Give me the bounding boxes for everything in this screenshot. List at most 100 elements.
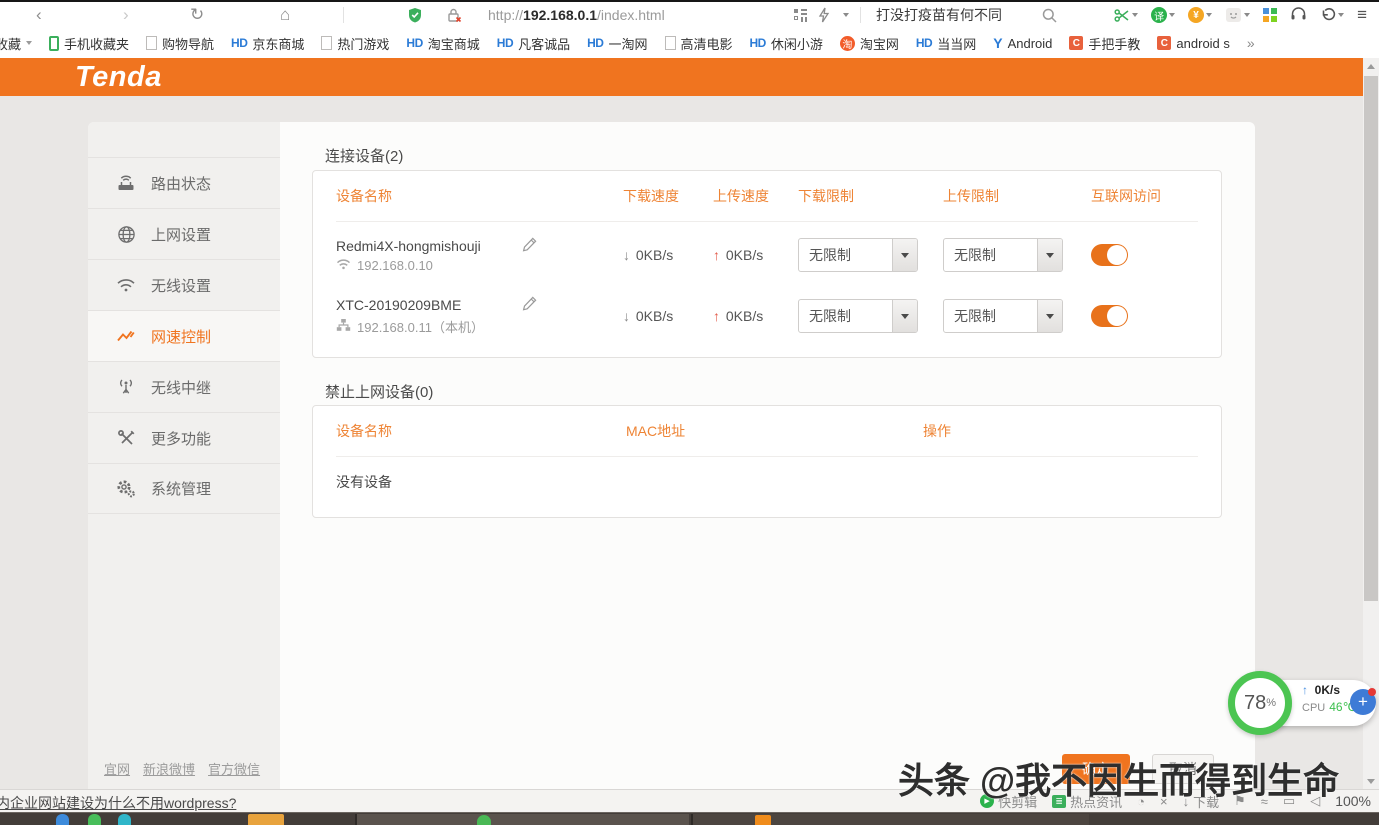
edit-pencil-icon[interactable]	[521, 295, 538, 317]
select-arrow-icon[interactable]	[892, 239, 917, 271]
taskbar-window-button[interactable]	[691, 814, 1089, 825]
select-arrow-icon[interactable]	[892, 300, 917, 332]
search-icon[interactable]	[1042, 2, 1057, 28]
sidebar-item-repeater[interactable]: 无线中继	[88, 361, 280, 412]
download-status[interactable]: ↓下载	[1183, 792, 1220, 811]
cancel-button[interactable]: 取消	[1152, 754, 1214, 784]
menu-hamburger-icon[interactable]: ≡	[1357, 5, 1367, 25]
taskbar-window-button[interactable]	[355, 814, 689, 825]
back-icon[interactable]: ‹	[36, 2, 42, 28]
sidebar-item-wifi[interactable]: 无线设置	[88, 259, 280, 310]
bookmark-item[interactable]: Candroid s	[1157, 36, 1229, 51]
url-text[interactable]: http://192.168.0.1/index.html	[488, 7, 665, 23]
device-name-cell: XTC-20190209BME192.168.0.11（本机）	[336, 297, 623, 336]
upload-limit-select[interactable]: 无限制	[943, 299, 1063, 333]
bookmark-item[interactable]: C手把手教	[1069, 34, 1140, 53]
hd-icon: HD	[587, 36, 603, 50]
bookmark-item[interactable]: HD当当网	[916, 34, 976, 53]
status-icon[interactable]: ⚑	[1234, 793, 1246, 809]
bookmark-item[interactable]: 购物导航	[146, 34, 214, 53]
search-input-text[interactable]: 打没打疫苗有何不同	[876, 5, 1002, 25]
bookmark-item[interactable]: HD休闲小游	[750, 34, 823, 53]
extensions-grid-icon[interactable]	[1263, 8, 1277, 22]
upload-limit-select[interactable]: 无限制	[943, 238, 1063, 272]
select-value: 无限制	[944, 245, 1037, 265]
sidebar-item-label: 无线设置	[151, 275, 211, 296]
edit-pencil-icon[interactable]	[521, 236, 538, 258]
taskbar-app-icon[interactable]	[88, 814, 101, 825]
internet-access-toggle[interactable]	[1091, 305, 1128, 327]
footer-link[interactable]: 官方微信	[208, 759, 260, 778]
scroll-up-icon[interactable]	[1363, 58, 1379, 74]
scrollbar-thumb[interactable]	[1364, 76, 1378, 601]
memory-percent-ring[interactable]: 78%	[1228, 671, 1292, 735]
rebate-icon[interactable]: ¥	[1188, 7, 1212, 23]
taskbar-folder-icon[interactable]	[248, 814, 284, 825]
screenshot-icon[interactable]	[1225, 7, 1250, 23]
internet-access-toggle[interactable]	[1091, 244, 1128, 266]
address-chevron-down-icon[interactable]	[841, 2, 849, 28]
bookmarks-overflow[interactable]: »	[1247, 35, 1255, 51]
select-arrow-icon[interactable]	[1037, 239, 1062, 271]
address-bar[interactable]: http://192.168.0.1/index.html	[488, 2, 665, 28]
cpu-label: CPU	[1302, 702, 1325, 714]
bookmark-item[interactable]: 高清电影	[665, 34, 733, 53]
speed-mode-bolt-icon[interactable]	[818, 2, 830, 28]
sidebar-item-router[interactable]: 路由状态	[88, 157, 280, 208]
bookmark-item[interactable]: 手机收藏夹	[49, 34, 129, 53]
sidebar-item-gear[interactable]: 系统管理	[88, 463, 280, 514]
bookmark-item[interactable]: 淘淘宝网	[840, 34, 899, 53]
taskbar-app-icon[interactable]	[118, 814, 131, 825]
sidebar-item-label: 无线中继	[151, 377, 211, 398]
status-tool-news[interactable]: ≣热点资讯	[1052, 792, 1122, 811]
status-icon[interactable]: ≈	[1261, 794, 1268, 809]
apps-grid-icon[interactable]	[793, 2, 808, 28]
sidebar-item-label: 更多功能	[151, 428, 211, 449]
bookmark-item[interactable]: HD凡客诚品	[497, 34, 570, 53]
translate-icon[interactable]: 译	[1151, 7, 1175, 23]
blocked-table-header: 设备名称MAC地址操作	[336, 406, 1198, 457]
hd-icon: HD	[406, 36, 422, 50]
bookmark-label: Android	[1008, 36, 1053, 51]
zoom-level[interactable]: 100%	[1335, 793, 1371, 809]
site-safety-shield-icon[interactable]	[408, 2, 422, 28]
bookmark-item[interactable]: 热门游戏	[321, 34, 389, 53]
sidebar-item-tools[interactable]: 更多功能	[88, 412, 280, 463]
footer-link[interactable]: 宜网	[104, 759, 130, 778]
chevron-down-icon	[26, 41, 32, 45]
download-limit-select[interactable]: 无限制	[798, 238, 918, 272]
status-icon[interactable]: ×	[1160, 794, 1168, 809]
refresh-icon[interactable]: ↻	[190, 2, 204, 28]
search-box[interactable]: 打没打疫苗有何不同	[876, 2, 1002, 28]
home-icon[interactable]: ⌂	[280, 2, 290, 28]
status-link[interactable]: 内企业网站建设为什么不用wordpress?	[0, 793, 236, 813]
forward-icon[interactable]: ›	[123, 2, 129, 28]
status-tool-clip[interactable]: ▶快剪辑	[980, 792, 1037, 811]
repeater-icon	[115, 378, 137, 396]
sidebar-item-speed[interactable]: 网速控制	[88, 310, 280, 361]
sidebar-item-globe[interactable]: 上网设置	[88, 208, 280, 259]
footer-link[interactable]: 新浪微博	[143, 759, 195, 778]
audio-headphones-icon[interactable]	[1290, 5, 1307, 26]
select-arrow-icon[interactable]	[1037, 300, 1062, 332]
ok-button[interactable]: 确定	[1062, 754, 1130, 784]
widget-add-icon[interactable]: +	[1350, 689, 1376, 715]
taskbar-app-icon[interactable]	[56, 814, 69, 825]
scroll-down-icon[interactable]	[1363, 773, 1379, 789]
insecure-lock-icon[interactable]	[447, 2, 462, 28]
bookmark-item[interactable]: YAndroid	[993, 35, 1052, 51]
download-limit-select[interactable]: 无限制	[798, 299, 918, 333]
bookmark-label: 收藏	[0, 34, 21, 53]
bookmark-item[interactable]: HD京东商城	[231, 34, 304, 53]
bookmark-item[interactable]: HD淘宝商城	[406, 34, 479, 53]
status-icon[interactable]: ◁	[1310, 793, 1320, 809]
bookmark-item[interactable]: HD一淘网	[587, 34, 647, 53]
bookmark-label: 京东商城	[252, 34, 304, 53]
performance-widget[interactable]: 78% ↑ 0K/s CPU46℃ +	[1228, 671, 1378, 735]
clip-tool-scissors-icon[interactable]	[1114, 8, 1138, 23]
undo-history-icon[interactable]	[1320, 8, 1344, 23]
status-icon[interactable]: ▭	[1283, 793, 1295, 809]
bookmark-item[interactable]: 收藏	[0, 34, 32, 53]
status-icon[interactable]: ◔	[1137, 794, 1145, 809]
page-icon	[321, 36, 332, 50]
